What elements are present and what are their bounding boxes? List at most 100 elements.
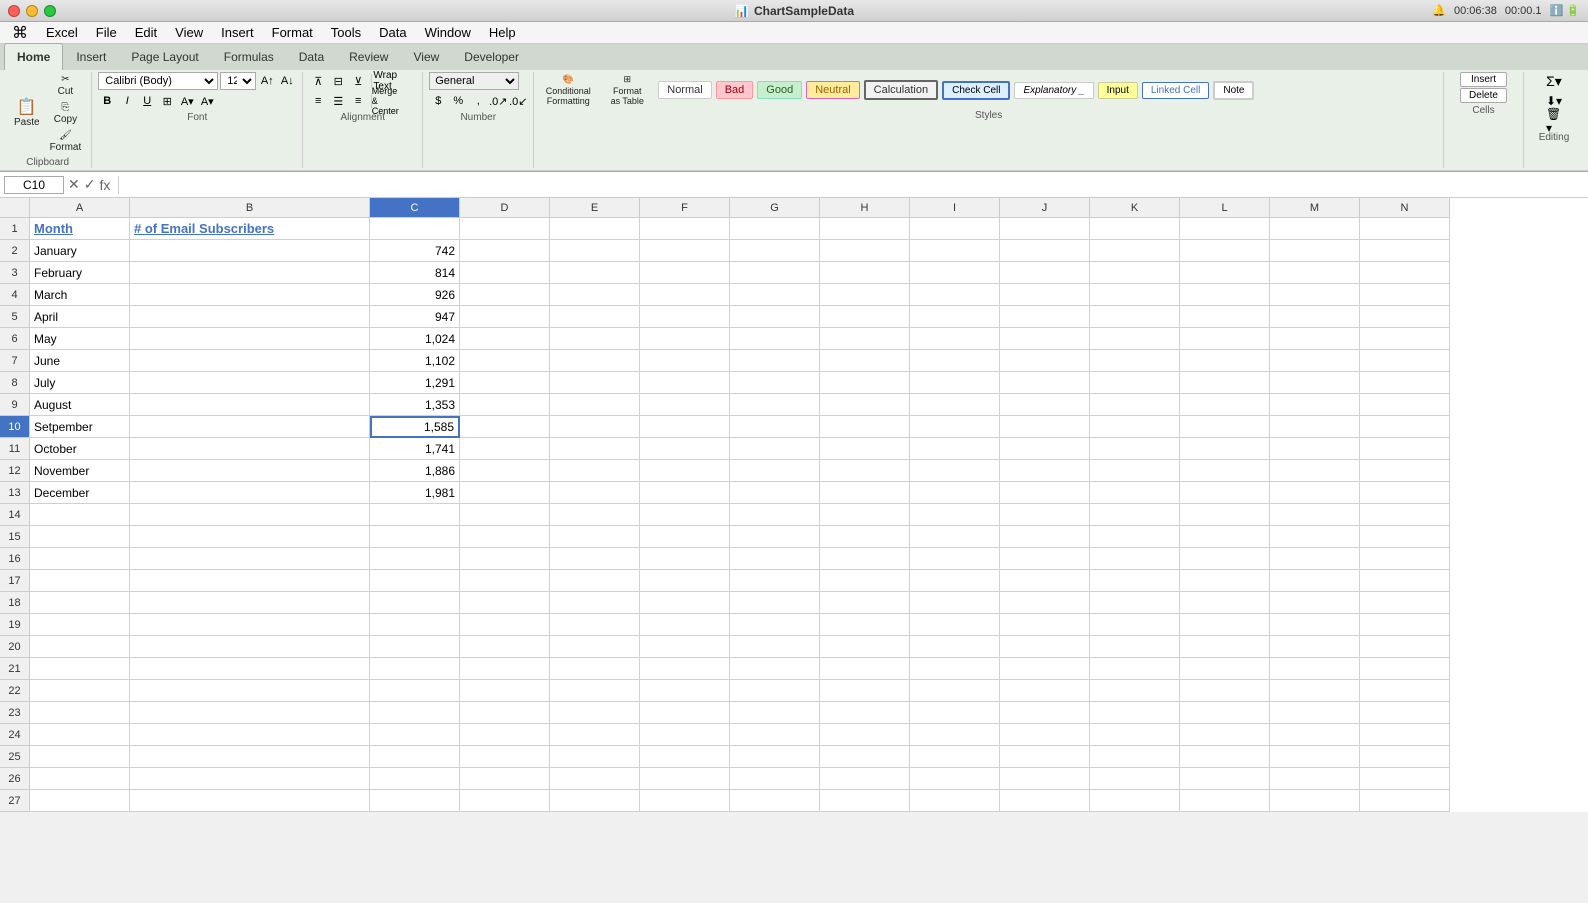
- cell-H1[interactable]: [820, 218, 910, 240]
- cell-M21[interactable]: [1270, 658, 1360, 680]
- copy-button[interactable]: ⎘ Copy: [46, 100, 86, 127]
- align-top-button[interactable]: ⊼: [309, 72, 327, 90]
- cell-K16[interactable]: [1090, 548, 1180, 570]
- cell-E2[interactable]: [550, 240, 640, 262]
- cell-C17[interactable]: [370, 570, 460, 592]
- row-header-5[interactable]: 5: [0, 306, 30, 328]
- cell-B11[interactable]: [130, 438, 370, 460]
- cell-K21[interactable]: [1090, 658, 1180, 680]
- cell-E7[interactable]: [550, 350, 640, 372]
- row-header-14[interactable]: 14: [0, 504, 30, 526]
- cell-A15[interactable]: [30, 526, 130, 548]
- cell-M25[interactable]: [1270, 746, 1360, 768]
- cell-A13[interactable]: December: [30, 482, 130, 504]
- cell-C22[interactable]: [370, 680, 460, 702]
- cell-K14[interactable]: [1090, 504, 1180, 526]
- scrollable-area[interactable]: A B C D E F G H I J K L M N 1Month# of E…: [0, 198, 1588, 812]
- row-header-12[interactable]: 12: [0, 460, 30, 482]
- cell-A27[interactable]: [30, 790, 130, 812]
- cell-M12[interactable]: [1270, 460, 1360, 482]
- cell-D18[interactable]: [460, 592, 550, 614]
- row-header-4[interactable]: 4: [0, 284, 30, 306]
- tab-review[interactable]: Review: [337, 44, 400, 70]
- cell-J27[interactable]: [1000, 790, 1090, 812]
- cell-B6[interactable]: [130, 328, 370, 350]
- menu-excel[interactable]: Excel: [38, 23, 86, 42]
- row-header-27[interactable]: 27: [0, 790, 30, 812]
- cell-L11[interactable]: [1180, 438, 1270, 460]
- cell-F17[interactable]: [640, 570, 730, 592]
- cell-J7[interactable]: [1000, 350, 1090, 372]
- cell-G14[interactable]: [730, 504, 820, 526]
- cell-B5[interactable]: [130, 306, 370, 328]
- cell-N19[interactable]: [1360, 614, 1450, 636]
- cell-M9[interactable]: [1270, 394, 1360, 416]
- cell-K9[interactable]: [1090, 394, 1180, 416]
- cell-F12[interactable]: [640, 460, 730, 482]
- cell-F22[interactable]: [640, 680, 730, 702]
- cell-J19[interactable]: [1000, 614, 1090, 636]
- cell-A22[interactable]: [30, 680, 130, 702]
- cell-I8[interactable]: [910, 372, 1000, 394]
- cell-A12[interactable]: November: [30, 460, 130, 482]
- cell-F27[interactable]: [640, 790, 730, 812]
- cell-H16[interactable]: [820, 548, 910, 570]
- cell-E25[interactable]: [550, 746, 640, 768]
- cell-J12[interactable]: [1000, 460, 1090, 482]
- col-header-f[interactable]: F: [640, 198, 730, 218]
- cell-J17[interactable]: [1000, 570, 1090, 592]
- cancel-formula-icon[interactable]: ✕: [68, 176, 80, 193]
- cell-C1[interactable]: [370, 218, 460, 240]
- col-header-n[interactable]: N: [1360, 198, 1450, 218]
- row-header-15[interactable]: 15: [0, 526, 30, 548]
- cell-C11[interactable]: 1,741: [370, 438, 460, 460]
- cell-K12[interactable]: [1090, 460, 1180, 482]
- cell-L22[interactable]: [1180, 680, 1270, 702]
- cell-I13[interactable]: [910, 482, 1000, 504]
- cell-H4[interactable]: [820, 284, 910, 306]
- row-header-2[interactable]: 2: [0, 240, 30, 262]
- tab-view[interactable]: View: [401, 44, 451, 70]
- cell-M17[interactable]: [1270, 570, 1360, 592]
- cell-B17[interactable]: [130, 570, 370, 592]
- cell-D14[interactable]: [460, 504, 550, 526]
- cell-I5[interactable]: [910, 306, 1000, 328]
- cell-G17[interactable]: [730, 570, 820, 592]
- menu-insert[interactable]: Insert: [213, 23, 262, 42]
- cell-E27[interactable]: [550, 790, 640, 812]
- cell-E16[interactable]: [550, 548, 640, 570]
- cell-F14[interactable]: [640, 504, 730, 526]
- cell-C18[interactable]: [370, 592, 460, 614]
- cell-F5[interactable]: [640, 306, 730, 328]
- cell-I11[interactable]: [910, 438, 1000, 460]
- cell-F4[interactable]: [640, 284, 730, 306]
- row-header-13[interactable]: 13: [0, 482, 30, 504]
- cell-N16[interactable]: [1360, 548, 1450, 570]
- style-good[interactable]: Good: [757, 81, 802, 99]
- cell-I6[interactable]: [910, 328, 1000, 350]
- cell-I18[interactable]: [910, 592, 1000, 614]
- cell-I21[interactable]: [910, 658, 1000, 680]
- cell-I1[interactable]: [910, 218, 1000, 240]
- cell-D2[interactable]: [460, 240, 550, 262]
- font-size-select[interactable]: 12: [220, 72, 256, 90]
- insert-button[interactable]: Insert: [1460, 72, 1507, 87]
- cell-D25[interactable]: [460, 746, 550, 768]
- cell-N3[interactable]: [1360, 262, 1450, 284]
- underline-button[interactable]: U: [138, 92, 156, 110]
- cell-F6[interactable]: [640, 328, 730, 350]
- cell-H6[interactable]: [820, 328, 910, 350]
- cell-A2[interactable]: January: [30, 240, 130, 262]
- cell-B2[interactable]: [130, 240, 370, 262]
- cell-F3[interactable]: [640, 262, 730, 284]
- cell-K18[interactable]: [1090, 592, 1180, 614]
- menu-help[interactable]: Help: [481, 23, 524, 42]
- cell-C5[interactable]: 947: [370, 306, 460, 328]
- cell-B15[interactable]: [130, 526, 370, 548]
- format-painter-button[interactable]: 🖌 Format: [46, 128, 86, 155]
- cell-K15[interactable]: [1090, 526, 1180, 548]
- style-bad[interactable]: Bad: [716, 81, 754, 99]
- cell-A1[interactable]: Month: [30, 218, 130, 240]
- row-header-18[interactable]: 18: [0, 592, 30, 614]
- cell-G1[interactable]: [730, 218, 820, 240]
